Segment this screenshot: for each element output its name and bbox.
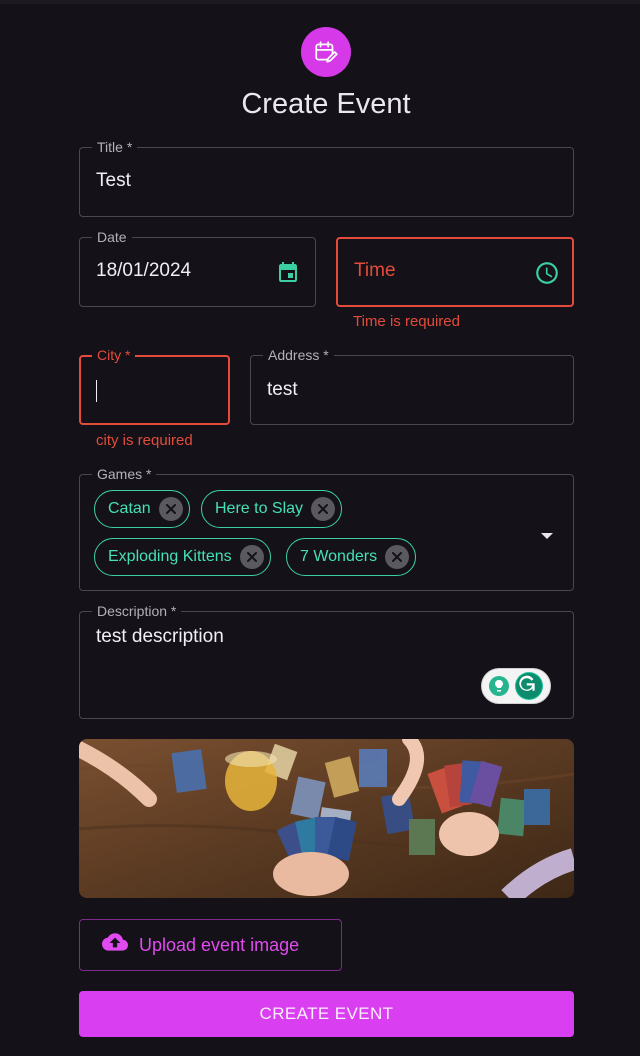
city-error: city is required	[96, 432, 193, 449]
upload-image-button[interactable]: Upload event image	[79, 919, 342, 971]
date-field-label: Date	[92, 228, 132, 246]
page-title: Create Event	[241, 88, 411, 120]
description-field[interactable]: Description * test description	[79, 602, 574, 719]
game-chip-label: Exploding Kittens	[108, 548, 232, 565]
cloud-upload-icon	[102, 932, 128, 958]
title-field[interactable]: Title * Test	[79, 138, 574, 217]
close-circle-icon[interactable]	[158, 497, 183, 521]
create-event-button[interactable]: CREATE EVENT	[79, 991, 574, 1037]
calendar-edit-icon	[301, 27, 351, 77]
time-error: Time is required	[353, 313, 460, 330]
date-field[interactable]: Date 18/01/2024	[79, 228, 316, 307]
close-circle-icon[interactable]	[239, 545, 264, 569]
address-field-label: Address *	[263, 346, 334, 364]
game-chip-catan[interactable]: Catan	[94, 490, 190, 528]
games-field-label: Games *	[92, 465, 157, 483]
text-cursor	[96, 380, 97, 402]
top-bar	[0, 0, 640, 4]
game-chip-exploding-kittens[interactable]: Exploding Kittens	[94, 538, 271, 576]
clock-icon[interactable]	[534, 260, 560, 291]
time-placeholder[interactable]: Time	[354, 260, 396, 282]
game-chip-here-to-slay[interactable]: Here to Slay	[201, 490, 343, 528]
calendar-icon[interactable]	[276, 259, 300, 290]
description-field-label: Description *	[92, 602, 182, 620]
city-field[interactable]: City *	[79, 346, 230, 425]
address-field[interactable]: Address * test	[250, 346, 574, 425]
upload-image-label: Upload event image	[139, 934, 300, 955]
chevron-down-icon[interactable]	[539, 528, 555, 546]
close-circle-icon[interactable]	[311, 497, 336, 521]
game-chip-7-wonders[interactable]: 7 Wonders	[286, 538, 417, 576]
game-chip-label: Catan	[108, 500, 151, 517]
game-chip-label: Here to Slay	[215, 500, 304, 517]
address-input[interactable]: test	[267, 379, 298, 401]
title-field-label: Title *	[92, 138, 138, 156]
title-input[interactable]: Test	[96, 170, 131, 192]
city-field-label: City *	[92, 346, 136, 364]
close-circle-icon[interactable]	[385, 545, 410, 569]
grammarly-icon[interactable]	[481, 668, 551, 704]
description-input[interactable]: test description	[96, 626, 224, 648]
time-field[interactable]: Time	[336, 237, 574, 307]
event-image	[79, 739, 574, 898]
games-select[interactable]: Games * Catan Here to Slay Exploding Kit…	[79, 465, 574, 591]
date-input[interactable]: 18/01/2024	[96, 260, 191, 282]
create-event-page: Create Event Title * Test Date 18/01/202…	[0, 0, 640, 1056]
game-chip-label: 7 Wonders	[300, 548, 378, 565]
